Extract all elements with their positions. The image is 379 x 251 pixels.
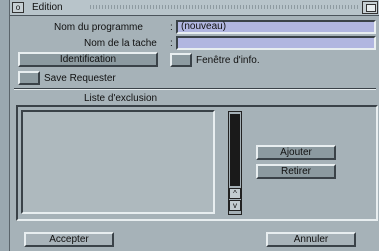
close-gadget-icon[interactable]: o	[12, 2, 24, 13]
save-requester-checkbox[interactable]	[18, 71, 40, 85]
depth-gadget-icon[interactable]	[362, 1, 378, 14]
scrollbar-knob[interactable]	[230, 114, 240, 186]
exclusion-listbox[interactable]	[21, 110, 215, 214]
accept-button[interactable]: Accepter	[24, 232, 114, 247]
task-name-field[interactable]	[176, 36, 376, 50]
window-title: Edition	[32, 2, 63, 13]
program-name-colon: :	[170, 22, 173, 33]
title-bar-pattern	[88, 5, 358, 9]
info-window-checkbox[interactable]	[170, 53, 192, 67]
exclusion-scrollbar[interactable]: ^ v	[228, 111, 242, 215]
remove-button[interactable]: Retirer	[256, 164, 336, 179]
scroll-up-arrow-icon[interactable]: ^	[229, 188, 241, 199]
cancel-button[interactable]: Annuler	[266, 232, 356, 247]
save-requester-label: Save Requester	[44, 73, 116, 84]
exclusion-group: ^ v Ajouter Retirer	[16, 105, 378, 221]
program-name-label: Nom du programme	[54, 22, 143, 33]
task-name-label: Nom de la tache	[84, 38, 157, 49]
info-window-label: Fenêtre d'info.	[196, 55, 260, 66]
add-button[interactable]: Ajouter	[256, 145, 336, 160]
scroll-down-arrow-icon[interactable]: v	[229, 200, 241, 211]
identification-button[interactable]: Identification	[18, 52, 158, 67]
separator	[14, 88, 376, 90]
program-name-field[interactable]: (nouveau)	[176, 20, 376, 34]
exclusion-list-title: Liste d'exclusion	[84, 93, 158, 104]
edition-window: o Edition Nom du programme : (nouveau) N…	[9, 0, 379, 251]
title-bar[interactable]: o Edition	[10, 0, 379, 16]
task-name-colon: :	[170, 38, 173, 49]
